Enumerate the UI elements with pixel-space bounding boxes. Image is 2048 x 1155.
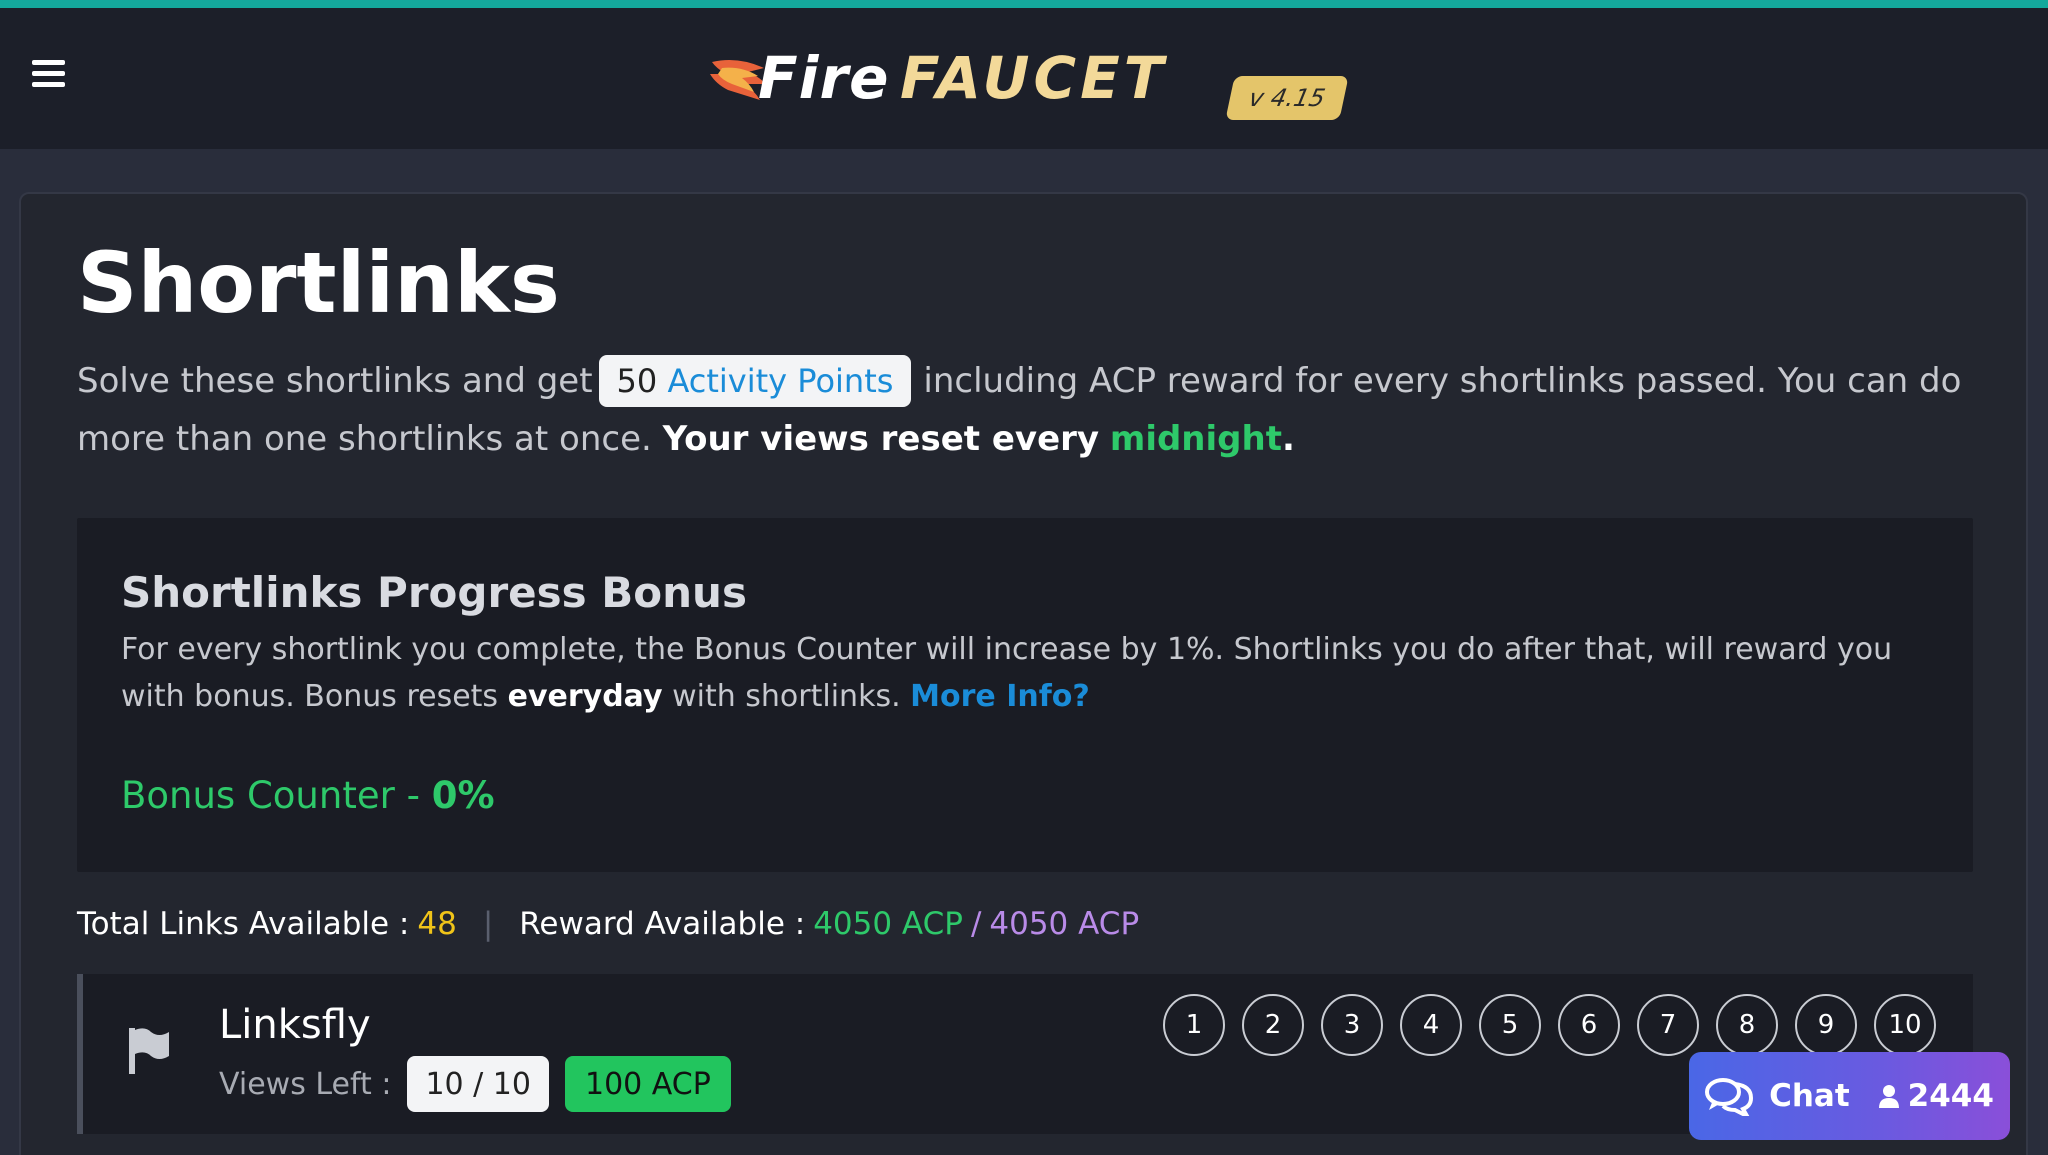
view-button[interactable]: 8	[1716, 994, 1778, 1056]
shortlink-name: Linksfly	[219, 1002, 371, 1048]
reward-slash: /	[970, 906, 982, 942]
activity-points-badge: 50 Activity Points	[598, 355, 912, 407]
page-title: Shortlinks	[77, 234, 560, 332]
chat-button[interactable]: Chat 2444	[1689, 1052, 2010, 1140]
period: .	[1281, 419, 1295, 459]
views-reset-label: Your views reset every	[662, 419, 1100, 459]
reward-label: Reward Available :	[519, 906, 806, 942]
shortlinks-card: Shortlinks Solve these shortlinks and ge…	[19, 192, 2028, 1155]
intro-before: Solve these shortlinks and get	[77, 361, 593, 401]
chat-label: Chat	[1769, 1078, 1850, 1114]
chat-online-count: 2444	[1907, 1078, 1994, 1114]
more-info-link[interactable]: More Info?	[910, 679, 1090, 714]
activity-points-value: 50	[616, 362, 658, 400]
reward-total: 4050 ACP	[989, 906, 1140, 942]
activity-points-label: Activity Points	[667, 362, 894, 400]
logo-fire-text: Fire	[758, 44, 890, 112]
stats-separator: |	[482, 906, 494, 942]
view-button[interactable]: 1	[1163, 994, 1225, 1056]
top-navbar: Fire FAUCET v 4.15	[0, 0, 2048, 149]
progress-bonus-box: Shortlinks Progress Bonus For every shor…	[77, 518, 1973, 872]
logo-faucet-text: FAUCET	[900, 44, 1168, 112]
view-button[interactable]: 5	[1479, 994, 1541, 1056]
total-links-value: 48	[417, 906, 457, 942]
stats-line: Total Links Available : 48 | Reward Avai…	[77, 906, 1139, 942]
bonus-desc-2: with shortlinks.	[672, 679, 901, 714]
chat-bubbles-icon	[1705, 1078, 1754, 1116]
acp-reward-badge: 100 ACP	[564, 1056, 731, 1112]
flag-icon	[129, 1028, 169, 1074]
bonus-counter: Bonus Counter - 0%	[121, 774, 495, 817]
views-reset-time: midnight	[1109, 419, 1282, 459]
bonus-counter-value: 0%	[431, 774, 495, 817]
view-button[interactable]: 10	[1874, 994, 1936, 1056]
bonus-counter-label: Bonus Counter -	[121, 774, 420, 817]
views-left-label: Views Left :	[219, 1066, 392, 1102]
view-button[interactable]: 9	[1795, 994, 1857, 1056]
bonus-desc-bold: everyday	[507, 679, 663, 714]
version-badge: v 4.15	[1225, 76, 1349, 120]
view-button[interactable]: 3	[1321, 994, 1383, 1056]
bonus-description: For every shortlink you complete, the Bo…	[121, 626, 1931, 720]
view-button[interactable]: 6	[1558, 994, 1620, 1056]
intro-text: Solve these shortlinks and get 50 Activit…	[77, 352, 1977, 468]
views-left-badge: 10 / 10	[407, 1056, 549, 1112]
site-logo[interactable]: Fire FAUCET v 4.15	[708, 44, 1349, 124]
user-icon	[1878, 1085, 1899, 1108]
bonus-title: Shortlinks Progress Bonus	[121, 568, 747, 617]
view-button[interactable]: 2	[1242, 994, 1304, 1056]
view-buttons: 1 2 3 4 5 6 7 8 9 10	[1163, 994, 1953, 1056]
view-button[interactable]: 4	[1400, 994, 1462, 1056]
view-button[interactable]: 7	[1637, 994, 1699, 1056]
reward-current: 4050 ACP	[813, 906, 963, 942]
total-links-label: Total Links Available :	[77, 906, 410, 942]
menu-icon[interactable]	[32, 60, 65, 92]
views-left-row: Views Left : 10 / 10 100 ACP	[219, 1056, 731, 1112]
